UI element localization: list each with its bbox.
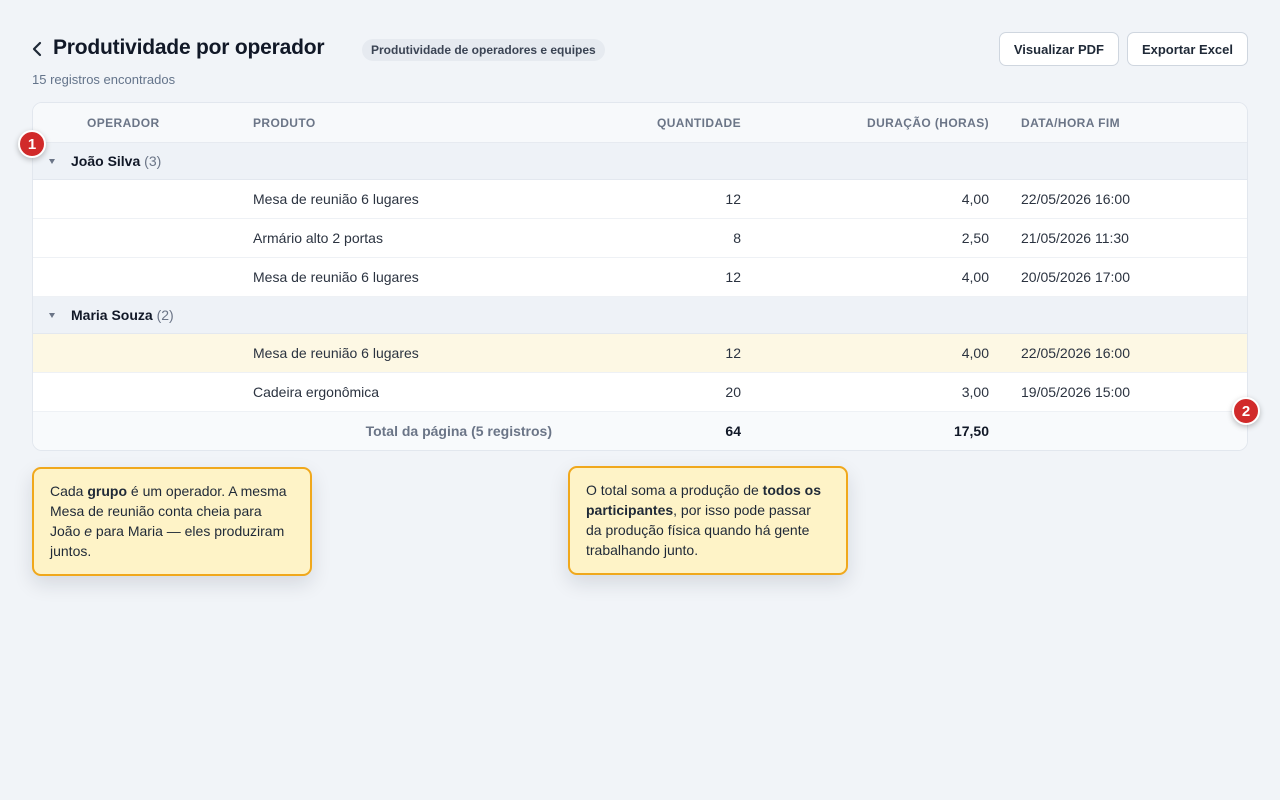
table-header: OPERADOR PRODUTO QUANTIDADE DURAÇÃO (HOR… xyxy=(33,103,1247,143)
cell-produto: Mesa de reunião 6 lugares xyxy=(253,191,419,207)
cell-duracao: 4,00 xyxy=(961,345,989,361)
cell-produto: Cadeira ergonômica xyxy=(253,384,380,400)
record-count: 15 registros encontrados xyxy=(32,72,176,87)
table-row[interactable]: Armário alto 2 portas 8 2,50 21/05/2026 … xyxy=(33,219,1247,258)
cell-data-hora-fim: 22/05/2026 16:00 xyxy=(1021,191,1130,207)
group-row-maria-souza[interactable]: Maria Souza (2) xyxy=(33,297,1247,334)
table-row[interactable]: Cadeira ergonômica 20 3,00 19/05/2026 15… xyxy=(33,373,1247,412)
column-header-operador[interactable]: OPERADOR xyxy=(87,116,160,130)
header-actions: Visualizar PDF Exportar Excel xyxy=(998,32,1248,66)
cell-duracao: 4,00 xyxy=(961,269,989,285)
page-header: Produtividade por operador Produtividade… xyxy=(32,32,1248,92)
page-title: Produtividade por operador xyxy=(53,36,325,59)
cell-data-hora-fim: 22/05/2026 16:00 xyxy=(1021,345,1130,361)
table-row[interactable]: Mesa de reunião 6 lugares 12 4,00 20/05/… xyxy=(33,258,1247,297)
cell-quantidade: 12 xyxy=(725,191,741,207)
cell-quantidade: 12 xyxy=(725,269,741,285)
column-header-data-hora-fim[interactable]: DATA/HORA FIM xyxy=(1021,116,1120,130)
total-row: Total da página (5 registros) 64 17,50 xyxy=(33,412,1247,450)
cell-produto: Mesa de reunião 6 lugares xyxy=(253,345,419,361)
cell-quantidade: 12 xyxy=(725,345,741,361)
table-row[interactable]: Mesa de reunião 6 lugares 12 4,00 22/05/… xyxy=(33,180,1247,219)
table-row-highlighted[interactable]: Mesa de reunião 6 lugares 12 4,00 22/05/… xyxy=(33,334,1247,373)
cell-produto: Mesa de reunião 6 lugares xyxy=(253,269,419,285)
caret-down-icon[interactable] xyxy=(48,311,56,319)
column-header-quantidade[interactable]: QUANTIDADE xyxy=(657,116,741,130)
column-header-duracao[interactable]: DURAÇÃO (HORAS) xyxy=(867,116,989,130)
caret-down-icon[interactable] xyxy=(48,157,56,165)
group-header: João Silva (3) xyxy=(71,153,161,169)
cell-duracao: 4,00 xyxy=(961,191,989,207)
back-icon[interactable] xyxy=(32,40,44,58)
cell-data-hora-fim: 21/05/2026 11:30 xyxy=(1021,230,1129,246)
total-quantidade: 64 xyxy=(725,423,741,439)
cell-duracao: 2,50 xyxy=(961,230,989,246)
total-label: Total da página (5 registros) xyxy=(365,423,552,439)
group-name: João Silva xyxy=(71,153,141,169)
cell-produto: Armário alto 2 portas xyxy=(253,230,383,246)
cell-duracao: 3,00 xyxy=(961,384,989,400)
export-excel-button[interactable]: Exportar Excel xyxy=(1126,32,1248,66)
callout-bold-text: grupo xyxy=(87,483,128,499)
cell-data-hora-fim: 19/05/2026 15:00 xyxy=(1021,384,1130,400)
data-table: OPERADOR PRODUTO QUANTIDADE DURAÇÃO (HOR… xyxy=(32,102,1248,451)
cell-quantidade: 20 xyxy=(725,384,741,400)
group-count: (3) xyxy=(144,153,162,169)
callout-text: Cada xyxy=(50,483,88,499)
annotation-marker-2: 2 xyxy=(1232,397,1260,425)
group-count: (2) xyxy=(156,307,174,323)
group-name: Maria Souza xyxy=(71,307,153,323)
cell-data-hora-fim: 20/05/2026 17:00 xyxy=(1021,269,1130,285)
column-header-produto[interactable]: PRODUTO xyxy=(253,116,316,130)
view-pdf-button[interactable]: Visualizar PDF xyxy=(998,32,1119,66)
callout-text: O total soma a produção de xyxy=(586,482,763,498)
group-row-joao-silva[interactable]: João Silva (3) xyxy=(33,143,1247,180)
callout-italic-text: e xyxy=(84,523,93,539)
group-header: Maria Souza (2) xyxy=(71,307,174,323)
title-badge: Produtividade de operadores e equipes xyxy=(362,39,605,61)
annotation-marker-1: 1 xyxy=(18,130,46,158)
callout-group-explanation: Cada grupo é um operador. A mesma Mesa d… xyxy=(32,467,312,576)
total-duracao: 17,50 xyxy=(953,423,989,439)
cell-quantidade: 8 xyxy=(733,230,741,246)
callout-total-explanation: O total soma a produção de todos os part… xyxy=(568,466,848,575)
